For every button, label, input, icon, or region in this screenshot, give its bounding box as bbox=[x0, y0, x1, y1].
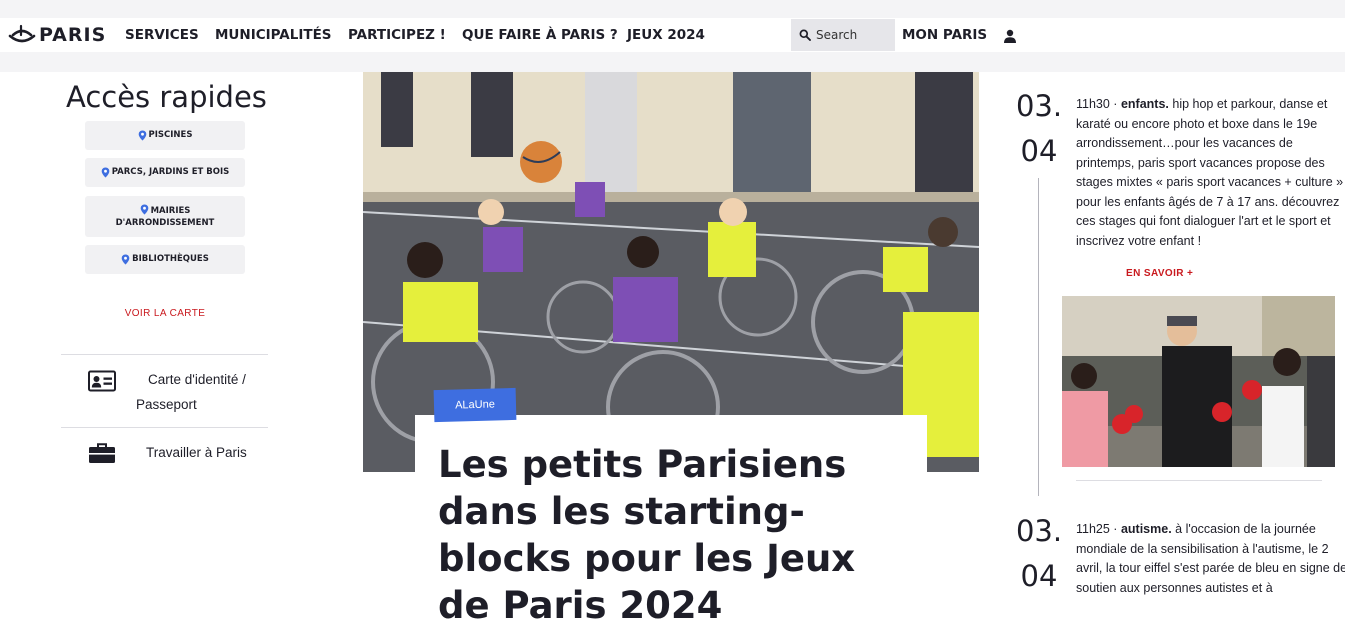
id-card-icon bbox=[88, 370, 116, 392]
news-keyword: enfants. bbox=[1120, 97, 1169, 111]
news-body: hip hop et parkour, danse et karaté ou e… bbox=[1076, 97, 1344, 248]
location-pin-icon bbox=[121, 254, 130, 265]
nav-participez[interactable]: PARTICIPEZ ! bbox=[348, 27, 446, 43]
quick-mairies-label-2: D'ARRONDISSEMENT bbox=[115, 217, 215, 228]
news-time: 11h30 · bbox=[1076, 97, 1121, 111]
news-keyword: autisme. bbox=[1120, 522, 1172, 536]
mon-paris-link[interactable]: MON PARIS bbox=[902, 27, 987, 43]
main-nav: PARIS SERVICES MUNICIPALITÉS PARTICIPEZ … bbox=[0, 18, 1345, 52]
nav-services[interactable]: SERVICES bbox=[125, 27, 199, 43]
divider bbox=[61, 427, 268, 428]
nav-jeux-2024[interactable]: JEUX 2024 bbox=[627, 27, 705, 43]
travailler-a-paris-link[interactable]: Travailler à Paris bbox=[146, 440, 247, 465]
news-divider bbox=[1076, 480, 1322, 481]
news-item[interactable]: 11h25 · autisme. à l'occasion de la jour… bbox=[1076, 520, 1345, 598]
news-image[interactable] bbox=[1062, 296, 1335, 467]
hero-title[interactable]: Les petits Parisiens dans les starting-b… bbox=[438, 441, 918, 629]
search-input[interactable] bbox=[816, 28, 892, 42]
paris-ship-logo-icon bbox=[8, 24, 36, 43]
quick-parcs-label: PARCS, JARDINS ET BOIS bbox=[111, 166, 230, 177]
carte-identite-link[interactable]: Carte d'identité / bbox=[148, 367, 246, 392]
quick-access-title: Accès rapides bbox=[66, 80, 267, 114]
timeline-line bbox=[1038, 178, 1039, 496]
quick-piscines[interactable]: PISCINES bbox=[85, 121, 245, 150]
divider bbox=[61, 354, 268, 355]
en-savoir-plus-link[interactable]: EN SAVOIR + bbox=[1126, 268, 1193, 279]
quick-mairies-label: MAIRIES bbox=[150, 206, 191, 217]
news-date-month: 04 bbox=[1020, 559, 1058, 593]
news-date-month: 04 bbox=[1020, 134, 1058, 168]
news-item[interactable]: 11h30 · enfants. hip hop et parkour, dan… bbox=[1076, 95, 1345, 251]
news-date-day: 03. bbox=[1015, 514, 1063, 548]
briefcase-icon bbox=[89, 443, 115, 463]
quick-parcs[interactable]: PARCS, JARDINS ET BOIS bbox=[85, 158, 245, 187]
search-box[interactable] bbox=[791, 19, 895, 51]
quick-bibliotheques-label: BIBLIOTHÈQUES bbox=[132, 253, 209, 264]
quick-piscines-label: PISCINES bbox=[148, 129, 193, 140]
nav-municipalites[interactable]: MUNICIPALITÉS bbox=[215, 27, 332, 43]
voir-la-carte-link[interactable]: VOIR LA CARTE bbox=[60, 308, 270, 319]
location-pin-icon bbox=[138, 130, 146, 141]
nav-que-faire[interactable]: QUE FAIRE À PARIS ? bbox=[462, 27, 618, 43]
quick-bibliotheques[interactable]: BIBLIOTHÈQUES bbox=[85, 245, 245, 274]
news-time: 11h25 · bbox=[1076, 522, 1121, 536]
passeport-link[interactable]: Passeport bbox=[136, 392, 197, 417]
hero-tag[interactable]: ALaUne bbox=[433, 387, 517, 423]
quick-mairies-line1: MAIRIES bbox=[140, 204, 191, 217]
location-pin-icon bbox=[101, 167, 110, 178]
user-icon[interactable] bbox=[1002, 28, 1018, 44]
news-date-day: 03. bbox=[1015, 89, 1063, 123]
location-pin-icon bbox=[140, 204, 148, 215]
logo-text: PARIS bbox=[39, 24, 107, 46]
paris-logo[interactable]: PARIS bbox=[8, 22, 106, 48]
quick-mairies[interactable]: MAIRIES D'ARRONDISSEMENT bbox=[85, 196, 245, 237]
search-icon bbox=[799, 29, 811, 41]
